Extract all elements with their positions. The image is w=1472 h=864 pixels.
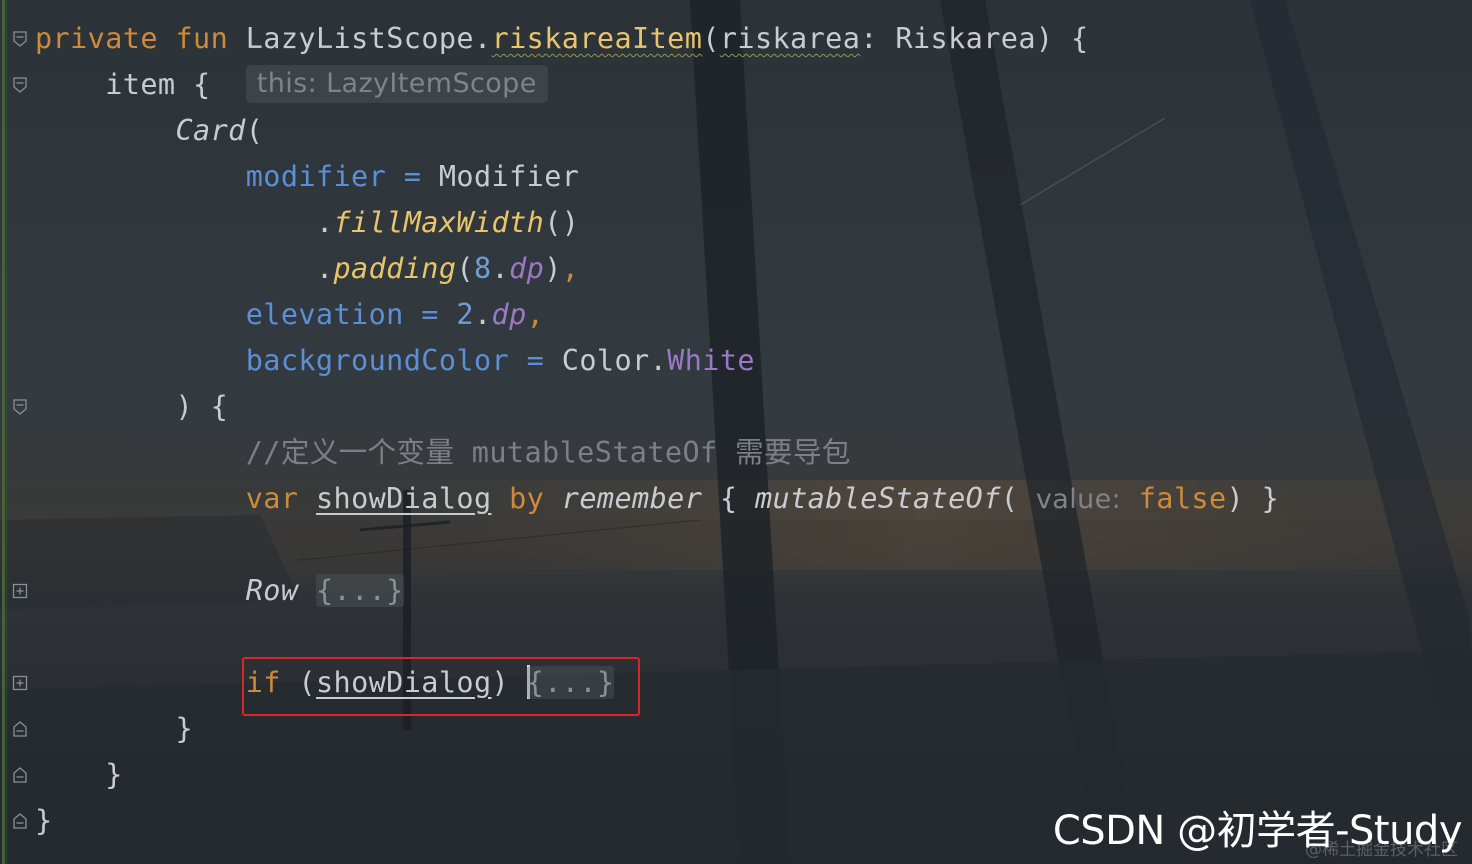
parameter-name[interactable]: riskarea (720, 22, 860, 55)
paren-open: ( (702, 22, 720, 55)
parens: () (544, 206, 580, 239)
receiver-type: LazyListScope. (245, 22, 492, 55)
code-line-8[interactable]: backgroundColor = Color.White (35, 338, 755, 384)
item-call: item { (105, 68, 211, 101)
inlay-hint-receiver: this: LazyItemScope (245, 65, 548, 103)
padding-number: 8 (473, 252, 492, 285)
color-white-member: White (667, 344, 755, 377)
brace-open: { (702, 482, 755, 515)
modifier-arg: modifier (245, 160, 387, 193)
function-name[interactable]: riskareaItem (492, 22, 703, 55)
code-line-6[interactable]: .padding(8.dp), (35, 246, 579, 292)
code-line-12[interactable]: Row {...} (35, 568, 404, 614)
code-comment: //定义一个变量 mutableStateOf 需要导包 (245, 436, 851, 469)
brace-close: } (175, 712, 194, 745)
code-line-15[interactable]: } (35, 752, 123, 798)
code-line-2[interactable]: item { this: LazyItemScope (35, 62, 548, 108)
brace-close: } (35, 804, 53, 837)
fill-max-width-call: fillMaxWidth (333, 206, 545, 239)
equals-sign: = (403, 298, 457, 331)
padding-call: padding (333, 252, 457, 285)
code-line-14[interactable]: } (35, 706, 193, 752)
lambda-open: ) { (175, 390, 229, 423)
equals-sign: = (386, 160, 439, 193)
keyword-by: by (509, 482, 545, 515)
annotation-highlight-box (242, 657, 640, 716)
parameter-type: : Riskarea) { (860, 22, 1089, 55)
code-line-4[interactable]: modifier = Modifier (35, 154, 579, 200)
keyword-false: false (1138, 482, 1227, 515)
paren-open: ( (456, 252, 474, 285)
code-line-10[interactable]: //定义一个变量 mutableStateOf 需要导包 (35, 430, 851, 476)
dot: . (491, 252, 510, 285)
dot: . (473, 298, 492, 331)
code-editor[interactable]: private fun LazyListScope.riskareaItem(r… (0, 0, 1472, 864)
mutable-state-of-call: mutableStateOf (754, 482, 1001, 515)
code-line-11[interactable]: var showDialog by remember { mutableStat… (35, 476, 1279, 522)
modifier-object: Modifier (438, 160, 580, 193)
paren-open: ( (1000, 482, 1019, 515)
remember-call: remember (561, 482, 703, 515)
code-line-16[interactable]: } (35, 798, 53, 844)
equals-sign: = (509, 344, 562, 377)
elevation-arg: elevation (245, 298, 404, 331)
paren-close-brace: ) } (1226, 482, 1280, 515)
csdn-watermark: CSDN @初学者-Study (1052, 808, 1463, 854)
brace-close: } (105, 758, 123, 791)
color-object: Color. (561, 344, 668, 377)
paren-close: ) (544, 252, 562, 285)
code-line-5[interactable]: .fillMaxWidth() (35, 200, 579, 246)
inlay-hint-value: value: (1035, 484, 1122, 515)
comma: , (526, 298, 545, 331)
dp-unit: dp (491, 298, 527, 331)
background-color-arg: backgroundColor (245, 344, 510, 377)
keyword-private: private (35, 22, 158, 55)
code-line-3[interactable]: Card( (35, 108, 263, 154)
elevation-number: 2 (456, 298, 474, 331)
paren-open: ( (245, 114, 264, 147)
show-dialog-variable[interactable]: showDialog (316, 482, 492, 515)
code-line-9[interactable]: ) { (35, 384, 228, 430)
code-line-7[interactable]: elevation = 2.dp, (35, 292, 544, 338)
dot: . (315, 252, 334, 285)
collapsed-block[interactable]: {...} (315, 574, 404, 607)
dp-unit: dp (509, 252, 545, 285)
row-composable: Row (245, 574, 299, 607)
code-line-1[interactable]: private fun LazyListScope.riskareaItem(r… (35, 16, 1089, 62)
dot: . (315, 206, 334, 239)
keyword-var: var (245, 482, 299, 515)
keyword-fun: fun (175, 22, 229, 55)
card-composable: Card (175, 114, 246, 147)
comma: , (561, 252, 580, 285)
